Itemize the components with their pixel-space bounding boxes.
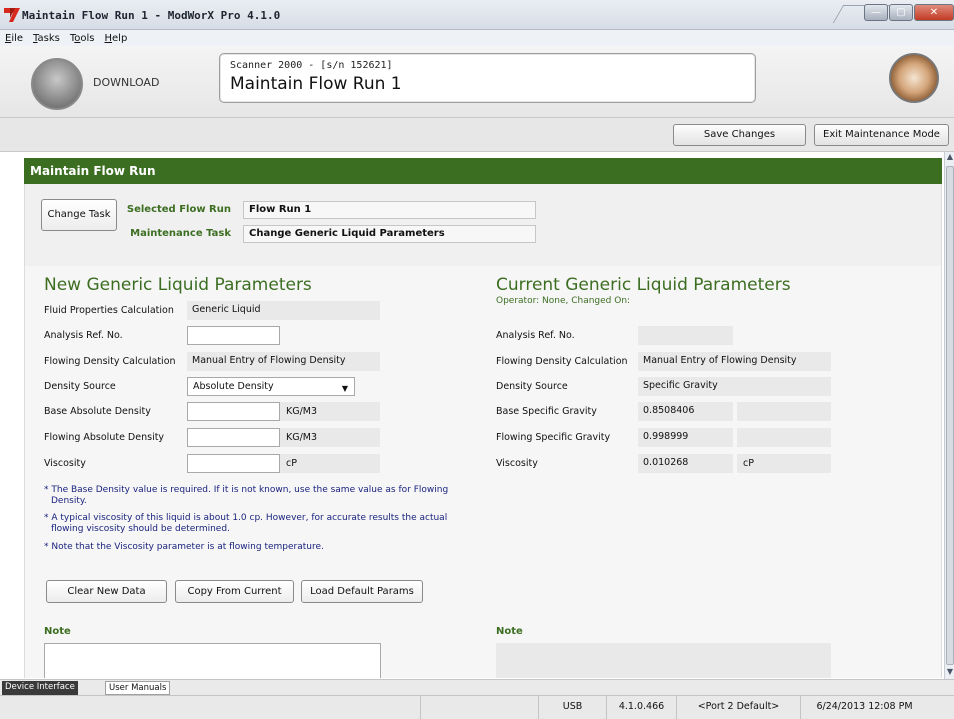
- action-toolbar: Save Changes Exit Maintenance Mode: [0, 118, 954, 152]
- copy-from-current-button[interactable]: Copy From Current: [175, 580, 294, 603]
- flowing-abs-density-unit: KG/M3: [280, 428, 380, 447]
- current-flowing-density-calc-value: Manual Entry of Flowing Density: [638, 352, 831, 371]
- note-base-density-cont: Density.: [51, 496, 87, 506]
- header-band: DOWNLOAD Scanner 2000 - [s/n 152621] Mai…: [0, 46, 954, 118]
- chevron-down-icon[interactable]: ▼: [342, 380, 348, 397]
- current-analysis-ref-value: [638, 326, 733, 345]
- status-datetime: 6/24/2013 12:08 PM: [800, 696, 928, 719]
- note-typical-viscosity: * A typical viscosity of this liquid is …: [44, 513, 448, 523]
- fluid-calc-value: Generic Liquid: [187, 301, 380, 320]
- fluid-calc-label: Fluid Properties Calculation: [44, 305, 174, 316]
- viscosity-label: Viscosity: [44, 458, 86, 469]
- flowing-abs-density-input[interactable]: [187, 428, 280, 447]
- maintenance-task-label: Maintenance Task: [130, 228, 231, 239]
- menu-help[interactable]: Help: [105, 33, 128, 44]
- turbine-fan-icon: [889, 53, 939, 103]
- close-button[interactable]: ✕: [914, 4, 954, 21]
- analysis-ref-input[interactable]: [187, 326, 280, 345]
- section-header: Maintain Flow Run: [24, 158, 942, 184]
- device-line: Scanner 2000 - [s/n 152621]: [230, 60, 393, 71]
- maintenance-task-value: Change Generic Liquid Parameters: [243, 225, 536, 243]
- current-analysis-ref-label: Analysis Ref. No.: [496, 330, 575, 341]
- current-flowing-density-calc-label: Flowing Density Calculation: [496, 356, 628, 367]
- current-base-sg-unit: [737, 402, 831, 421]
- save-changes-button[interactable]: Save Changes: [673, 124, 806, 146]
- current-params-title: Current Generic Liquid Parameters: [496, 275, 791, 295]
- menu-file[interactable]: Eile: [5, 33, 23, 44]
- status-port: <Port 2 Default>: [676, 696, 800, 719]
- status-version: 4.1.0.466: [606, 696, 676, 719]
- density-source-label: Density Source: [44, 381, 116, 392]
- title-bar: Maintain Flow Run 1 - ModWorX Pro 4.1.0 …: [0, 0, 954, 30]
- task-panel: Change Task Selected Flow Run Flow Run 1…: [24, 184, 942, 266]
- tab-user-manuals[interactable]: User Manuals: [105, 681, 171, 695]
- current-viscosity-label: Viscosity: [496, 458, 538, 469]
- menu-tools[interactable]: Tools: [70, 33, 95, 44]
- maximize-button[interactable]: ▢: [889, 4, 913, 21]
- window-title: Maintain Flow Run 1 - ModWorX Pro 4.1.0: [22, 9, 281, 22]
- scroll-up-arrow-icon[interactable]: ▲: [945, 152, 954, 164]
- viscosity-unit: cP: [280, 454, 380, 473]
- tab-device-interface[interactable]: Device Interface: [2, 681, 78, 695]
- download-circle-icon[interactable]: [31, 58, 83, 110]
- flowing-abs-density-label: Flowing Absolute Density: [44, 432, 165, 443]
- vertical-scrollbar[interactable]: ▲ ▼: [944, 152, 954, 679]
- base-abs-density-unit: KG/M3: [280, 402, 380, 421]
- change-task-button[interactable]: Change Task: [41, 199, 117, 231]
- exit-maintenance-button[interactable]: Exit Maintenance Mode: [814, 124, 949, 146]
- analysis-ref-label: Analysis Ref. No.: [44, 330, 123, 341]
- current-note-box: [496, 643, 831, 678]
- status-connection: USB: [538, 696, 606, 719]
- base-abs-density-label: Base Absolute Density: [44, 406, 151, 417]
- parameters-panel: New Generic Liquid Parameters Fluid Prop…: [24, 266, 942, 678]
- viscosity-input[interactable]: [187, 454, 280, 473]
- note-base-density: * The Base Density value is required. If…: [44, 485, 449, 495]
- bottom-tab-strip: Device Interface User Manuals: [0, 679, 954, 695]
- scrollbar-thumb[interactable]: [946, 166, 954, 665]
- base-abs-density-input[interactable]: [187, 402, 280, 421]
- current-flowing-sg-label: Flowing Specific Gravity: [496, 432, 611, 443]
- new-note-textarea[interactable]: [44, 643, 381, 678]
- current-density-source-label: Density Source: [496, 381, 568, 392]
- current-density-source-value: Specific Gravity: [638, 377, 831, 396]
- selected-flow-run-value: Flow Run 1: [243, 201, 536, 219]
- download-label[interactable]: DOWNLOAD: [93, 76, 159, 89]
- flowing-density-calc-label: Flowing Density Calculation: [44, 356, 176, 367]
- new-params-title: New Generic Liquid Parameters: [44, 275, 312, 295]
- minimize-button[interactable]: —: [864, 4, 888, 21]
- operator-changed-line: Operator: None, Changed On:: [496, 296, 631, 306]
- flowing-density-calc-value: Manual Entry of Flowing Density: [187, 352, 380, 371]
- device-title-box: Scanner 2000 - [s/n 152621] Maintain Flo…: [219, 53, 756, 103]
- screen-title: Maintain Flow Run 1: [230, 74, 402, 94]
- current-flowing-sg-value: 0.998999: [638, 428, 733, 447]
- status-empty-cell: [420, 696, 538, 719]
- selected-flow-run-label: Selected Flow Run: [126, 204, 231, 215]
- density-source-select[interactable]: Absolute Density ▼: [187, 377, 355, 396]
- status-bar: USB 4.1.0.466 <Port 2 Default> 6/24/2013…: [0, 695, 954, 719]
- load-default-params-button[interactable]: Load Default Params: [301, 580, 423, 603]
- scroll-down-arrow-icon[interactable]: ▼: [945, 667, 954, 679]
- window-controls: — ▢ ✕: [863, 4, 954, 21]
- menu-bar: Eile Tasks Tools Help: [0, 30, 954, 46]
- new-note-label: Note: [44, 626, 71, 637]
- current-base-sg-value: 0.8508406: [638, 402, 733, 421]
- current-flowing-sg-unit: [737, 428, 831, 447]
- modworx-logo-icon: [4, 8, 20, 22]
- content-area: Maintain Flow Run Change Task Selected F…: [12, 153, 942, 678]
- density-source-value: Absolute Density: [193, 381, 274, 392]
- clear-new-data-button[interactable]: Clear New Data: [46, 580, 167, 603]
- note-viscosity-temp: * Note that the Viscosity parameter is a…: [44, 542, 324, 552]
- current-viscosity-unit: cP: [737, 454, 831, 473]
- note-typical-viscosity-cont: flowing viscosity should be determined.: [51, 524, 230, 534]
- menu-tasks[interactable]: Tasks: [33, 33, 60, 44]
- current-note-label: Note: [496, 626, 523, 637]
- current-base-sg-label: Base Specific Gravity: [496, 406, 597, 417]
- current-viscosity-value: 0.010268: [638, 454, 733, 473]
